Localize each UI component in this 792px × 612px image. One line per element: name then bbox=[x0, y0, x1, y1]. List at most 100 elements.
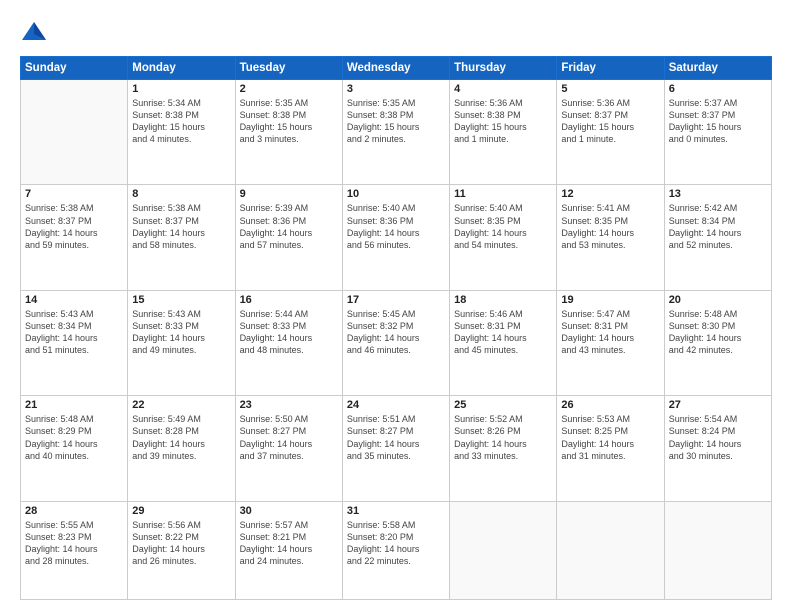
day-number: 9 bbox=[240, 188, 338, 200]
calendar-cell: 23 Sunrise: 5:50 AM Sunset: 8:27 PM Dayli… bbox=[235, 396, 342, 501]
day-info: Sunrise: 5:46 AM Sunset: 8:31 PM Dayligh… bbox=[454, 308, 552, 357]
day-info: Sunrise: 5:41 AM Sunset: 8:35 PM Dayligh… bbox=[561, 202, 659, 251]
day-info: Sunrise: 5:43 AM Sunset: 8:34 PM Dayligh… bbox=[25, 308, 123, 357]
day-info: Sunrise: 5:48 AM Sunset: 8:29 PM Dayligh… bbox=[25, 413, 123, 462]
calendar-cell: 7Sunrise: 5:38 AM Sunset: 8:37 PM Daylig… bbox=[21, 185, 128, 290]
day-number: 13 bbox=[669, 188, 767, 200]
week-row-5: 28 Sunrise: 5:55 AM Sunset: 8:23 PM Dayli… bbox=[21, 501, 772, 599]
day-number: 7 bbox=[25, 188, 123, 200]
day-number: 10 bbox=[347, 188, 445, 200]
day-info: Sunrise: 5:36 AM Sunset: 8:37 PM Dayligh… bbox=[561, 97, 659, 146]
calendar-cell: 11 Sunrise: 5:40 AM Sunset: 8:35 PM Dayli… bbox=[450, 185, 557, 290]
day-number: 18 bbox=[454, 294, 552, 306]
day-number: 3 bbox=[347, 83, 445, 95]
day-number: 6 bbox=[669, 83, 767, 95]
page: SundayMondayTuesdayWednesdayThursdayFrid… bbox=[0, 0, 792, 612]
day-number: 25 bbox=[454, 399, 552, 411]
day-info: Sunrise: 5:53 AM Sunset: 8:25 PM Dayligh… bbox=[561, 413, 659, 462]
calendar-cell: 13 Sunrise: 5:42 AM Sunset: 8:34 PM Dayli… bbox=[664, 185, 771, 290]
calendar-cell: 27 Sunrise: 5:54 AM Sunset: 8:24 PM Dayli… bbox=[664, 396, 771, 501]
calendar-cell: 9Sunrise: 5:39 AM Sunset: 8:36 PM Daylig… bbox=[235, 185, 342, 290]
day-number: 5 bbox=[561, 83, 659, 95]
calendar-cell: 5 Sunrise: 5:36 AM Sunset: 8:37 PM Daylig… bbox=[557, 80, 664, 185]
calendar-cell bbox=[450, 501, 557, 599]
day-info: Sunrise: 5:45 AM Sunset: 8:32 PM Dayligh… bbox=[347, 308, 445, 357]
calendar-cell bbox=[21, 80, 128, 185]
day-info: Sunrise: 5:52 AM Sunset: 8:26 PM Dayligh… bbox=[454, 413, 552, 462]
day-number: 2 bbox=[240, 83, 338, 95]
day-number: 22 bbox=[132, 399, 230, 411]
calendar-cell: 21 Sunrise: 5:48 AM Sunset: 8:29 PM Dayli… bbox=[21, 396, 128, 501]
day-number: 16 bbox=[240, 294, 338, 306]
day-number: 15 bbox=[132, 294, 230, 306]
day-number: 21 bbox=[25, 399, 123, 411]
day-number: 17 bbox=[347, 294, 445, 306]
day-info: Sunrise: 5:49 AM Sunset: 8:28 PM Dayligh… bbox=[132, 413, 230, 462]
day-number: 29 bbox=[132, 505, 230, 517]
day-info: Sunrise: 5:44 AM Sunset: 8:33 PM Dayligh… bbox=[240, 308, 338, 357]
weekday-header-thursday: Thursday bbox=[450, 57, 557, 80]
calendar-cell: 3 Sunrise: 5:35 AM Sunset: 8:38 PM Daylig… bbox=[342, 80, 449, 185]
day-number: 11 bbox=[454, 188, 552, 200]
calendar-cell: 29 Sunrise: 5:56 AM Sunset: 8:22 PM Dayli… bbox=[128, 501, 235, 599]
calendar-cell bbox=[557, 501, 664, 599]
weekday-header-tuesday: Tuesday bbox=[235, 57, 342, 80]
day-info: Sunrise: 5:54 AM Sunset: 8:24 PM Dayligh… bbox=[669, 413, 767, 462]
calendar-cell: 26 Sunrise: 5:53 AM Sunset: 8:25 PM Dayli… bbox=[557, 396, 664, 501]
header bbox=[20, 18, 772, 46]
day-info: Sunrise: 5:38 AM Sunset: 8:37 PM Dayligh… bbox=[132, 202, 230, 251]
day-info: Sunrise: 5:57 AM Sunset: 8:21 PM Dayligh… bbox=[240, 519, 338, 568]
day-info: Sunrise: 5:43 AM Sunset: 8:33 PM Dayligh… bbox=[132, 308, 230, 357]
day-info: Sunrise: 5:55 AM Sunset: 8:23 PM Dayligh… bbox=[25, 519, 123, 568]
calendar-cell: 28 Sunrise: 5:55 AM Sunset: 8:23 PM Dayli… bbox=[21, 501, 128, 599]
calendar-cell: 24 Sunrise: 5:51 AM Sunset: 8:27 PM Dayli… bbox=[342, 396, 449, 501]
day-number: 28 bbox=[25, 505, 123, 517]
week-row-3: 14 Sunrise: 5:43 AM Sunset: 8:34 PM Dayli… bbox=[21, 290, 772, 395]
day-info: Sunrise: 5:56 AM Sunset: 8:22 PM Dayligh… bbox=[132, 519, 230, 568]
day-number: 14 bbox=[25, 294, 123, 306]
day-number: 20 bbox=[669, 294, 767, 306]
calendar-cell: 16 Sunrise: 5:44 AM Sunset: 8:33 PM Dayli… bbox=[235, 290, 342, 395]
day-info: Sunrise: 5:40 AM Sunset: 8:36 PM Dayligh… bbox=[347, 202, 445, 251]
day-info: Sunrise: 5:58 AM Sunset: 8:20 PM Dayligh… bbox=[347, 519, 445, 568]
calendar-cell: 30 Sunrise: 5:57 AM Sunset: 8:21 PM Dayli… bbox=[235, 501, 342, 599]
weekday-header-wednesday: Wednesday bbox=[342, 57, 449, 80]
calendar-cell: 18 Sunrise: 5:46 AM Sunset: 8:31 PM Dayli… bbox=[450, 290, 557, 395]
day-info: Sunrise: 5:50 AM Sunset: 8:27 PM Dayligh… bbox=[240, 413, 338, 462]
calendar-cell: 25 Sunrise: 5:52 AM Sunset: 8:26 PM Dayli… bbox=[450, 396, 557, 501]
day-number: 23 bbox=[240, 399, 338, 411]
day-number: 24 bbox=[347, 399, 445, 411]
calendar-cell: 22 Sunrise: 5:49 AM Sunset: 8:28 PM Dayli… bbox=[128, 396, 235, 501]
calendar-cell: 8 Sunrise: 5:38 AM Sunset: 8:37 PM Daylig… bbox=[128, 185, 235, 290]
weekday-header-friday: Friday bbox=[557, 57, 664, 80]
day-number: 1 bbox=[132, 83, 230, 95]
calendar-table: SundayMondayTuesdayWednesdayThursdayFrid… bbox=[20, 56, 772, 600]
day-info: Sunrise: 5:37 AM Sunset: 8:37 PM Dayligh… bbox=[669, 97, 767, 146]
day-info: Sunrise: 5:42 AM Sunset: 8:34 PM Dayligh… bbox=[669, 202, 767, 251]
logo-icon bbox=[20, 18, 48, 46]
week-row-2: 7 Sunrise: 5:38 AM Sunset: 8:37 PM Daylig… bbox=[21, 185, 772, 290]
week-row-1: 1Sunrise: 5:34 AM Sunset: 8:38 PM Daylig… bbox=[21, 80, 772, 185]
weekday-header-saturday: Saturday bbox=[664, 57, 771, 80]
day-info: Sunrise: 5:51 AM Sunset: 8:27 PM Dayligh… bbox=[347, 413, 445, 462]
calendar-cell: 31Sunrise: 5:58 AM Sunset: 8:20 PM Dayli… bbox=[342, 501, 449, 599]
calendar-cell: 4Sunrise: 5:36 AM Sunset: 8:38 PM Daylig… bbox=[450, 80, 557, 185]
weekday-header-sunday: Sunday bbox=[21, 57, 128, 80]
calendar-cell: 1Sunrise: 5:34 AM Sunset: 8:38 PM Daylig… bbox=[128, 80, 235, 185]
weekday-header-row: SundayMondayTuesdayWednesdayThursdayFrid… bbox=[21, 57, 772, 80]
day-number: 4 bbox=[454, 83, 552, 95]
day-info: Sunrise: 5:40 AM Sunset: 8:35 PM Dayligh… bbox=[454, 202, 552, 251]
day-number: 12 bbox=[561, 188, 659, 200]
day-number: 30 bbox=[240, 505, 338, 517]
logo bbox=[20, 18, 52, 46]
day-info: Sunrise: 5:47 AM Sunset: 8:31 PM Dayligh… bbox=[561, 308, 659, 357]
calendar-cell: 14 Sunrise: 5:43 AM Sunset: 8:34 PM Dayli… bbox=[21, 290, 128, 395]
day-info: Sunrise: 5:35 AM Sunset: 8:38 PM Dayligh… bbox=[347, 97, 445, 146]
calendar-cell: 2Sunrise: 5:35 AM Sunset: 8:38 PM Daylig… bbox=[235, 80, 342, 185]
calendar-cell: 17 Sunrise: 5:45 AM Sunset: 8:32 PM Dayli… bbox=[342, 290, 449, 395]
day-number: 27 bbox=[669, 399, 767, 411]
day-number: 26 bbox=[561, 399, 659, 411]
calendar-cell: 20 Sunrise: 5:48 AM Sunset: 8:30 PM Dayli… bbox=[664, 290, 771, 395]
day-info: Sunrise: 5:48 AM Sunset: 8:30 PM Dayligh… bbox=[669, 308, 767, 357]
day-number: 8 bbox=[132, 188, 230, 200]
